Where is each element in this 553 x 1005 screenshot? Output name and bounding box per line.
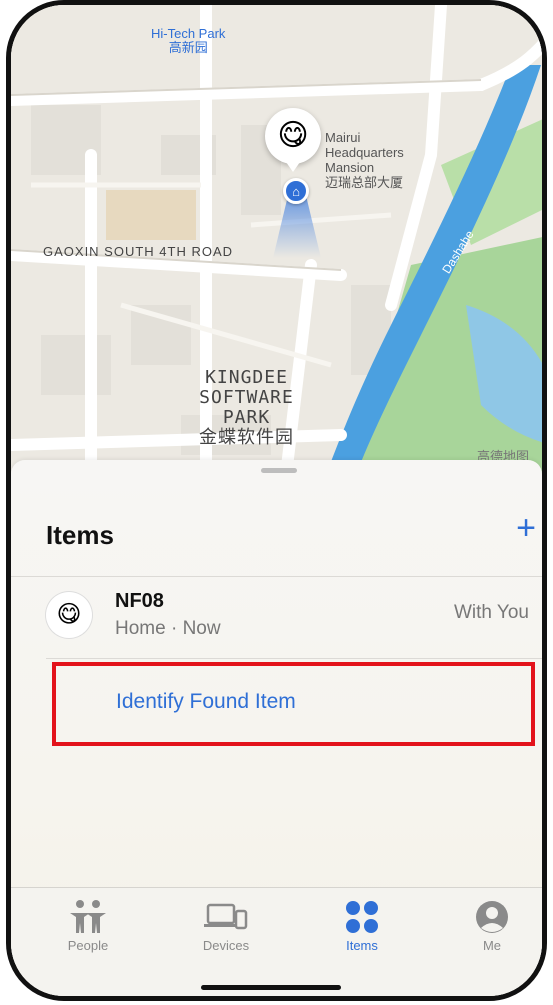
map-label-mairui-1: Mairui bbox=[325, 130, 361, 145]
map-label-kingdee-cn: 金蝶软件园 bbox=[199, 427, 294, 448]
devices-icon bbox=[181, 898, 271, 936]
map-label-kingdee-2: SOFTWARE bbox=[199, 387, 294, 408]
map-label-mairui: Mairui Headquarters Mansion 迈瑞总部大厦 bbox=[325, 130, 404, 190]
tab-label: Items bbox=[346, 938, 378, 953]
add-item-button[interactable]: + bbox=[509, 511, 542, 546]
divider bbox=[11, 576, 542, 577]
avatar: 😋 bbox=[46, 592, 92, 638]
map-view[interactable]: Hi-Tech Park 高新园 Mairui Headquarters Man… bbox=[11, 5, 542, 475]
tab-label: People bbox=[67, 938, 109, 953]
home-indicator[interactable] bbox=[201, 985, 341, 990]
map-label-mairui-3: Mansion bbox=[325, 160, 375, 175]
item-status: With You bbox=[454, 602, 529, 623]
sheet-grabber[interactable] bbox=[261, 468, 297, 473]
map-label-kingdee-1: KINGDEE bbox=[205, 367, 288, 388]
house-icon: ⌂ bbox=[283, 178, 309, 204]
item-name: NF08 bbox=[115, 590, 164, 612]
list-item[interactable]: 😋 NF08 Home · Now With You bbox=[11, 580, 542, 658]
highlight-box bbox=[52, 662, 535, 746]
map-label-road-text: GAOXIN SOUTH 4TH ROAD bbox=[43, 244, 234, 259]
item-subtitle: Home · Now bbox=[115, 618, 221, 639]
items-icon bbox=[317, 898, 407, 936]
item-emoji-icon: 😋 bbox=[56, 601, 82, 628]
map-label-road: GAOXIN SOUTH 4TH ROAD bbox=[43, 245, 233, 259]
tab-people[interactable]: People bbox=[43, 898, 133, 953]
tab-me[interactable]: Me bbox=[447, 898, 537, 953]
item-emoji-icon: 😋 bbox=[277, 119, 309, 152]
tab-label: Me bbox=[482, 938, 502, 953]
map-label-mairui-2: Headquarters bbox=[325, 145, 404, 160]
person-circle-icon bbox=[447, 898, 537, 936]
tab-items[interactable]: Items bbox=[317, 898, 407, 953]
sheet-title: Items bbox=[46, 520, 114, 550]
tab-devices[interactable]: Devices bbox=[181, 898, 271, 953]
map-label-kingdee-3: PARK bbox=[222, 407, 271, 428]
map-label-hitech-cn: 高新园 bbox=[168, 40, 208, 55]
phone-frame: Hi-Tech Park 高新园 Mairui Headquarters Man… bbox=[6, 0, 547, 1001]
tab-label: Devices bbox=[202, 938, 250, 953]
map-label-hitech-en: Hi-Tech Park bbox=[151, 26, 226, 41]
people-icon bbox=[43, 898, 133, 936]
item-location-pin[interactable]: 😋 bbox=[265, 108, 321, 172]
map-label-hitech: Hi-Tech Park 高新园 bbox=[151, 27, 225, 55]
divider bbox=[46, 658, 542, 659]
tab-bar: People Devices Items Me bbox=[11, 887, 542, 996]
map-label-mairui-cn: 迈瑞总部大厦 bbox=[325, 175, 404, 190]
map-label-kingdee: KINGDEE SOFTWARE PARK 金蝶软件园 bbox=[199, 368, 294, 448]
